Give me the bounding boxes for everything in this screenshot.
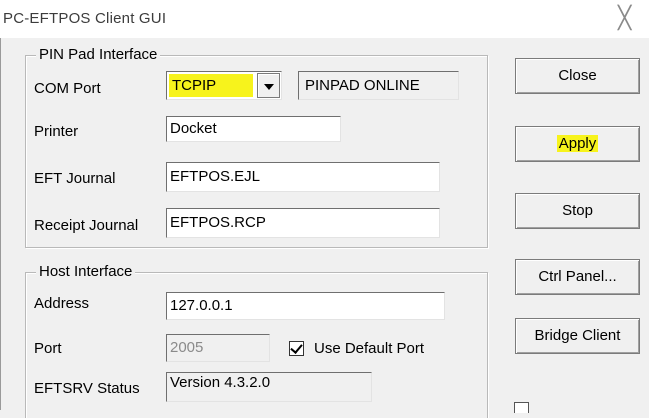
use-default-port-label[interactable]: Use Default Port [314,340,424,358]
title-bar: PC-EFTPOS Client GUI ╳ [0,0,649,38]
use-default-port-checkbox[interactable] [289,341,304,356]
eft-journal-field[interactable]: EFTPOS.EJL [166,162,440,192]
chevron-down-icon [264,84,274,90]
address-label: Address [34,295,90,312]
receipt-journal-label: Receipt Journal [34,217,139,234]
apply-button-label: Apply [556,135,599,152]
printer-label: Printer [34,123,79,140]
pinpad-status-field: PINPAD ONLINE [298,71,459,100]
com-port-dropdown-button[interactable] [257,73,280,98]
eftsrv-status-label: EFTSRV Status [34,380,140,397]
window-left-border [0,38,1,410]
bridge-client-button-label: Bridge Client [534,327,621,344]
bridge-client-button[interactable]: Bridge Client [515,318,640,354]
com-port-select[interactable]: TCPIP [166,71,282,100]
port-field[interactable]: 2005 [166,334,270,362]
window-title: PC-EFTPOS Client GUI [3,10,167,27]
close-icon[interactable]: ╳ [618,7,631,29]
address-field[interactable]: 127.0.0.1 [166,292,445,320]
stop-button[interactable]: Stop [515,193,640,229]
apply-button[interactable]: Apply [515,126,640,162]
ctrl-panel-button[interactable]: Ctrl Panel... [515,259,640,295]
close-button[interactable]: Close [515,58,640,94]
stop-button-label: Stop [562,202,593,219]
com-port-label: COM Port [34,80,101,97]
com-port-value: TCPIP [169,74,253,97]
port-label: Port [34,340,62,357]
eftsrv-status-field: Version 4.3.2.0 [166,372,372,402]
partial-checkbox[interactable] [514,402,529,413]
checkmark-icon [290,341,303,354]
receipt-journal-field[interactable]: EFTPOS.RCP [166,208,440,238]
printer-field[interactable]: Docket [166,116,341,142]
eft-journal-label: EFT Journal [34,170,116,187]
ctrl-panel-button-label: Ctrl Panel... [538,268,617,285]
host-interface-legend: Host Interface [36,263,136,281]
close-button-label: Close [558,67,597,84]
pinpad-interface-legend: PIN Pad Interface [36,46,161,64]
